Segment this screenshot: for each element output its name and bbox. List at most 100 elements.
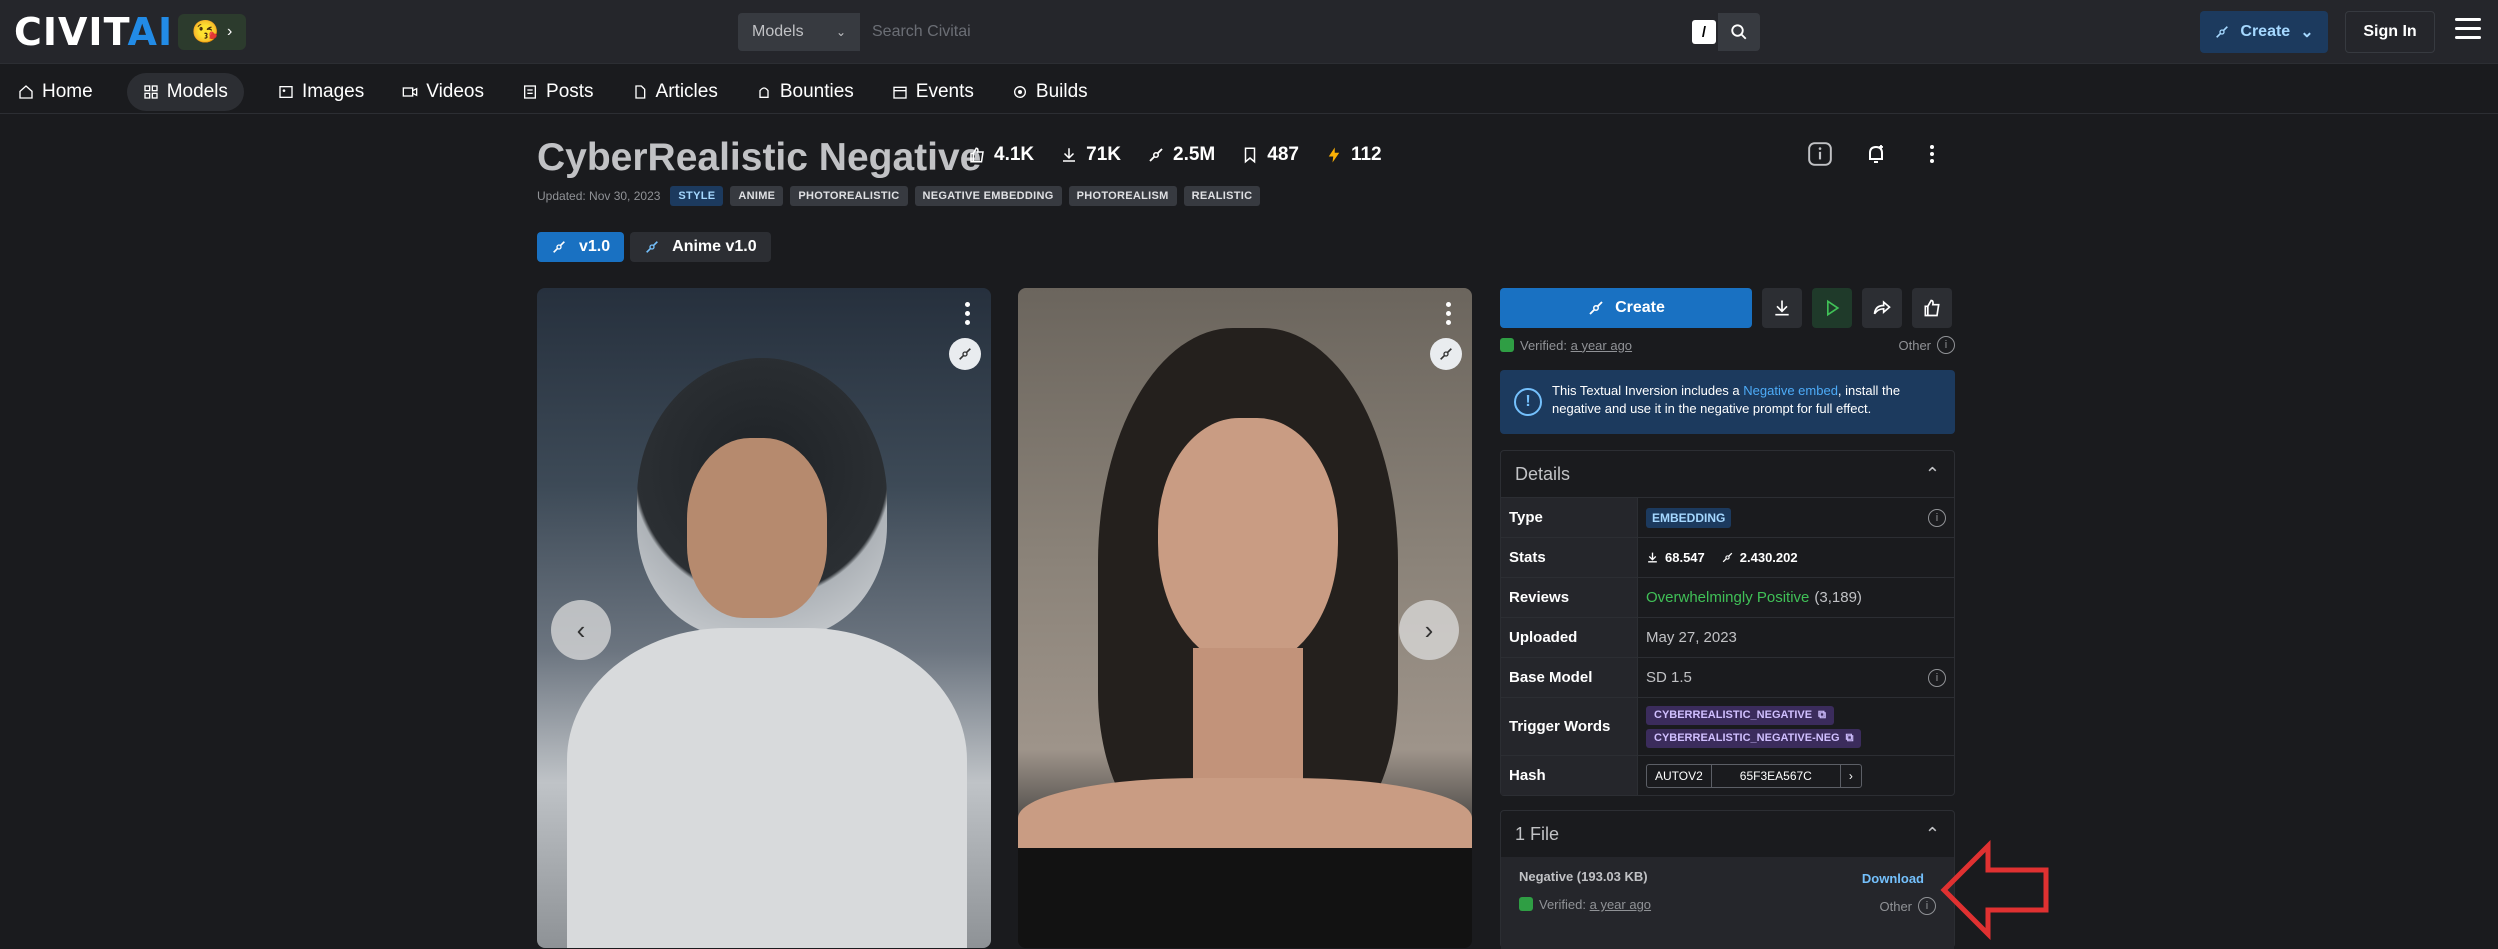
check-shield-icon <box>1519 897 1533 911</box>
buzz-stat: 112 <box>1325 144 1382 166</box>
chevron-up-icon: ⌃ <box>1924 463 1940 484</box>
nav-label: Articles <box>655 80 718 102</box>
file-download-link[interactable]: Download <box>1862 871 1924 886</box>
tag-negative-embedding[interactable]: NEGATIVE EMBEDDING <box>914 186 1062 206</box>
astronaut-face <box>687 438 827 618</box>
version-tab-v1[interactable]: v1.0 <box>537 232 625 262</box>
files-panel: 1 File ⌃ Negative (193.03 KB) Download V… <box>1500 810 1955 949</box>
negative-embed-link[interactable]: Negative embed <box>1743 383 1838 398</box>
nav-home[interactable]: Home <box>14 73 97 111</box>
verified-time[interactable]: a year ago <box>1571 338 1632 353</box>
brush-badge-icon[interactable] <box>949 338 981 370</box>
trigger-text: CYBERREALISTIC_NEGATIVE-NEG <box>1654 732 1840 744</box>
download-icon <box>1648 552 1657 563</box>
tag-photorealistic[interactable]: PHOTOREALISTIC <box>790 186 908 206</box>
tag-anime[interactable]: ANIME <box>730 186 784 206</box>
license-other[interactable]: Other i <box>1898 336 1955 354</box>
nav-videos[interactable]: Videos <box>398 73 488 111</box>
files-header[interactable]: 1 File ⌃ <box>1501 811 1954 857</box>
image-menu-icon[interactable] <box>1446 302 1454 329</box>
chevron-down-icon: ⌄ <box>835 25 846 39</box>
nav-articles[interactable]: Articles <box>628 73 722 111</box>
notify-button[interactable] <box>1858 136 1894 172</box>
reviews-rating[interactable]: Overwhelmingly Positive <box>1646 589 1809 606</box>
create-button[interactable]: Create <box>1500 288 1752 328</box>
nav-label: Bounties <box>779 80 854 102</box>
nav-posts[interactable]: Posts <box>518 73 598 111</box>
generations-stat: 2.5M <box>1147 144 1215 166</box>
check-shield-icon <box>1500 337 1514 352</box>
search-bar: Models ⌄ / <box>738 13 1760 51</box>
nav-label: Videos <box>426 80 485 102</box>
file-license-other[interactable]: Other i <box>1879 897 1936 915</box>
run-button[interactable] <box>1812 288 1852 328</box>
base-model-value: SD 1.5 <box>1646 669 1692 686</box>
thumbs-up-icon <box>970 147 984 163</box>
download-button[interactable] <box>1762 288 1802 328</box>
image-icon <box>279 85 293 98</box>
type-badge: EMBEDDING <box>1646 507 1732 528</box>
hamburger-menu-icon[interactable] <box>2455 18 2481 44</box>
type-key: Type <box>1501 498 1638 537</box>
tag-photorealism[interactable]: PHOTOREALISM <box>1068 186 1177 206</box>
bookmarks-count: 487 <box>1267 144 1299 165</box>
create-label: Create <box>2240 23 2291 40</box>
search-icon <box>1731 24 1747 40</box>
details-row-base-model: Base Model SD 1.5 i <box>1501 657 1954 697</box>
details-title: Details <box>1515 463 1571 484</box>
details-row-trigger: Trigger Words CYBERREALISTIC_NEGATIVE ⧉ C… <box>1501 697 1954 755</box>
model-info-button[interactable] <box>1802 136 1838 172</box>
nav-bounties[interactable]: Bounties <box>752 73 858 111</box>
info-circle-icon: ! <box>1514 388 1542 416</box>
file-verified-time[interactable]: a year ago <box>1590 897 1651 912</box>
info-icon[interactable]: i <box>1928 668 1946 687</box>
brush-badge-icon[interactable] <box>1430 338 1462 370</box>
chevron-right-icon[interactable]: › <box>1839 764 1861 787</box>
article-icon <box>634 84 645 99</box>
trigger-word-1[interactable]: CYBERREALISTIC_NEGATIVE ⧉ <box>1646 705 1834 725</box>
image-menu-icon[interactable] <box>965 302 973 329</box>
updated-date: Updated: Nov 30, 2023 <box>537 189 661 203</box>
verified-label: Verified: <box>1520 337 1567 353</box>
create-label: Create <box>1615 299 1665 316</box>
create-menu-button[interactable]: Create ⌄ <box>2200 11 2328 53</box>
details-header[interactable]: Details ⌃ <box>1501 451 1954 497</box>
carousel-prev-button[interactable]: ‹ <box>551 600 611 660</box>
nav-builds[interactable]: Builds <box>1008 73 1092 111</box>
tag-style[interactable]: STYLE <box>670 186 724 206</box>
file-item: Negative (193.03 KB) Download Verified: … <box>1501 857 1954 949</box>
uploaded-value: May 27, 2023 <box>1646 629 1737 646</box>
downloads-count: 71K <box>1086 144 1121 165</box>
download-icon <box>1775 300 1789 316</box>
search-button[interactable] <box>1718 13 1760 51</box>
download-icon <box>1063 148 1076 162</box>
nav-label: Posts <box>546 80 594 102</box>
downloads-stat: 71K <box>1060 144 1121 166</box>
search-category-select[interactable]: Models ⌄ <box>738 13 860 51</box>
hash-box[interactable]: AUTOV2 65F3EA567C › <box>1646 763 1862 788</box>
nav-label: Events <box>915 80 974 102</box>
tag-realistic[interactable]: REALISTIC <box>1183 186 1261 206</box>
info-icon[interactable]: i <box>1928 508 1946 527</box>
generation-count-chip: 2.430.202 <box>1721 550 1798 565</box>
like-button[interactable] <box>1912 288 1952 328</box>
sign-in-button[interactable]: Sign In <box>2345 11 2435 53</box>
version-tab-anime[interactable]: Anime v1.0 <box>630 232 771 262</box>
version-label: v1.0 <box>579 238 611 255</box>
nav-label: Builds <box>1035 80 1088 102</box>
share-button[interactable] <box>1862 288 1902 328</box>
nav-models[interactable]: Models <box>126 72 244 111</box>
stats-key: Stats <box>1501 538 1638 577</box>
civitai-logo[interactable]: CIVITAI <box>14 13 173 51</box>
thumbs-up-icon <box>1924 299 1940 317</box>
search-input[interactable] <box>860 13 1718 51</box>
nav-images[interactable]: Images <box>274 73 368 111</box>
details-panel: Details ⌃ Type EMBEDDING i Stats 68.547 2… <box>1500 450 1955 796</box>
trigger-word-2[interactable]: CYBERREALISTIC_NEGATIVE-NEG ⧉ <box>1646 728 1862 748</box>
nav-events[interactable]: Events <box>888 73 978 111</box>
carousel-next-button[interactable]: › <box>1399 600 1459 660</box>
files-title: 1 File <box>1515 823 1560 844</box>
generation-count: 2.430.202 <box>1739 550 1798 565</box>
more-options-button[interactable] <box>1914 136 1950 172</box>
emoji-menu-button[interactable]: 😘 › <box>178 14 246 50</box>
